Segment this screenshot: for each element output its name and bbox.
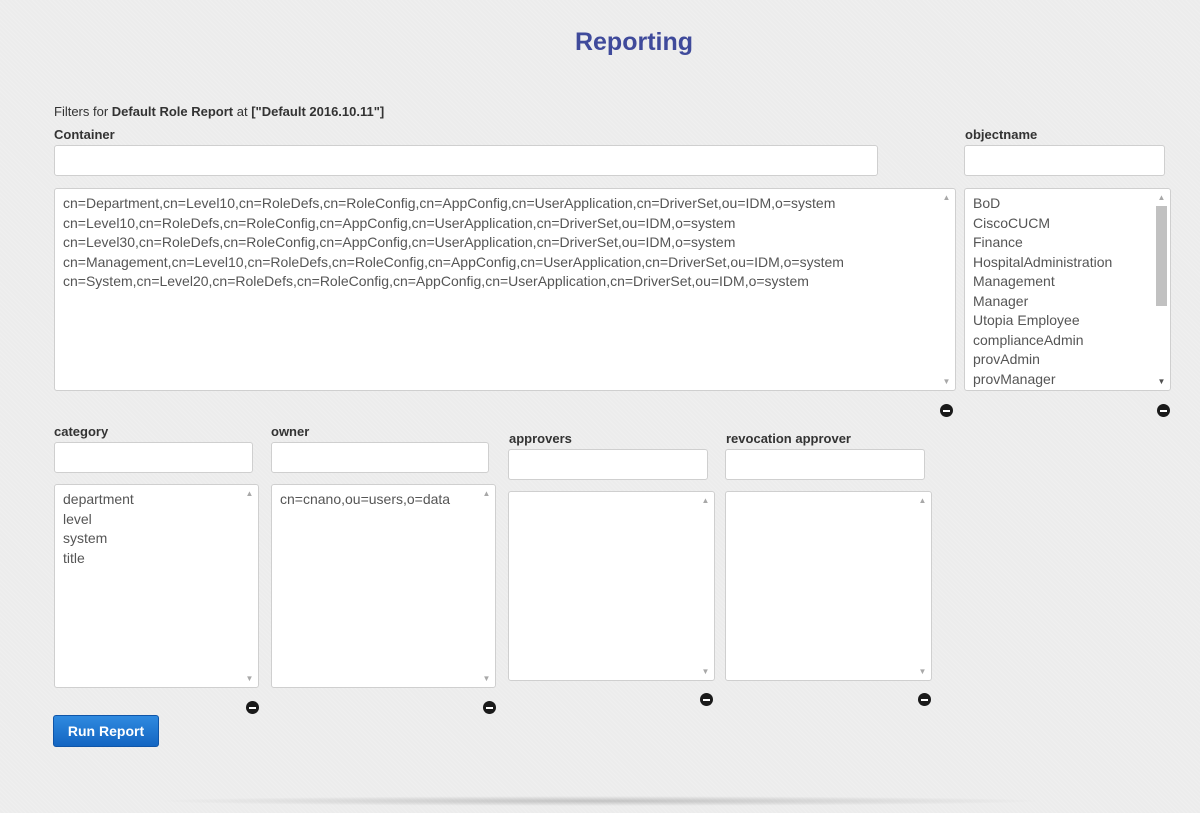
category-options: department level system title <box>63 490 240 568</box>
owner-label: owner <box>271 424 310 439</box>
list-option[interactable]: cn=Management,cn=Level10,cn=RoleDefs,cn=… <box>63 253 937 273</box>
scroll-down-arrow-icon[interactable]: ▼ <box>1154 374 1169 389</box>
category-remove-icon[interactable] <box>246 701 259 714</box>
scroll-down-arrow-icon[interactable]: ▼ <box>939 374 954 389</box>
category-filter-input[interactable] <box>54 442 253 473</box>
container-scrollbar[interactable]: ▲ ▼ <box>939 190 954 389</box>
list-option[interactable]: title <box>63 549 240 569</box>
snapshot-name: ["Default 2016.10.11"] <box>251 104 385 119</box>
category-label: category <box>54 424 109 439</box>
approvers-label: approvers <box>509 431 572 446</box>
list-option[interactable]: cn=System,cn=Level20,cn=RoleDefs,cn=Role… <box>63 272 937 292</box>
owner-scrollbar[interactable]: ▲ ▼ <box>479 486 494 686</box>
list-option[interactable]: cn=Department,cn=Level10,cn=RoleDefs,cn=… <box>63 194 937 214</box>
list-option[interactable]: cn=Level10,cn=RoleDefs,cn=RoleConfig,cn=… <box>63 214 937 234</box>
list-option[interactable]: provAdmin <box>973 350 1152 370</box>
scroll-down-arrow-icon[interactable]: ▼ <box>479 671 494 686</box>
category-scrollbar[interactable]: ▲ ▼ <box>242 486 257 686</box>
list-option[interactable]: level <box>63 510 240 530</box>
objectname-filter-input[interactable] <box>964 145 1165 176</box>
revocation-approver-label: revocation approver <box>726 431 851 446</box>
revocation-approver-scrollbar[interactable]: ▲ ▼ <box>915 493 930 679</box>
objectname-scroll-thumb[interactable] <box>1156 206 1167 306</box>
owner-remove-icon[interactable] <box>483 701 496 714</box>
objectname-remove-icon[interactable] <box>1157 404 1170 417</box>
objectname-label: objectname <box>965 127 1038 142</box>
scroll-up-arrow-icon[interactable]: ▲ <box>698 493 713 508</box>
objectname-listbox[interactable]: BoD CiscoCUCM Finance HospitalAdministratio… <box>964 188 1171 391</box>
page-title: Reporting <box>574 28 694 56</box>
report-name: Default Role Report <box>111 104 234 119</box>
list-option[interactable]: BoD <box>973 194 1152 214</box>
scroll-down-arrow-icon[interactable]: ▼ <box>915 664 930 679</box>
run-report-button[interactable]: Run Report <box>53 715 159 747</box>
approvers-remove-icon[interactable] <box>700 693 713 706</box>
list-option[interactable]: department <box>63 490 240 510</box>
list-option[interactable]: complianceAdmin <box>973 331 1152 351</box>
owner-filter-input[interactable] <box>271 442 489 473</box>
container-filter-input[interactable] <box>54 145 878 176</box>
list-option[interactable]: cn=cnano,ou=users,o=data <box>280 490 477 510</box>
scroll-up-arrow-icon[interactable]: ▲ <box>915 493 930 508</box>
list-option[interactable]: Manager <box>973 292 1152 312</box>
revocation-approver-filter-input[interactable] <box>725 449 925 480</box>
scroll-down-arrow-icon[interactable]: ▼ <box>242 671 257 686</box>
scroll-up-arrow-icon[interactable]: ▲ <box>1154 190 1169 205</box>
list-option[interactable]: Utopia Employee <box>973 311 1152 331</box>
owner-listbox[interactable]: cn=cnano,ou=users,o=data ▲ ▼ <box>271 484 496 688</box>
list-option[interactable]: provManager <box>973 370 1152 390</box>
container-label: Container <box>54 127 115 142</box>
objectname-options: BoD CiscoCUCM Finance HospitalAdministratio… <box>973 194 1152 390</box>
list-option[interactable]: Management <box>973 272 1152 292</box>
page-background <box>0 0 1200 813</box>
filters-prefix: Filters for <box>54 104 112 119</box>
approvers-scrollbar[interactable]: ▲ ▼ <box>698 493 713 679</box>
category-listbox[interactable]: department level system title ▲ ▼ <box>54 484 259 688</box>
scroll-up-arrow-icon[interactable]: ▲ <box>479 486 494 501</box>
objectname-scrollbar[interactable]: ▲ ▼ <box>1154 190 1169 389</box>
list-option[interactable]: HospitalAdministration <box>973 253 1152 273</box>
filters-middle: at <box>233 104 252 119</box>
footer-shadow <box>150 796 1050 806</box>
revocation-approver-listbox[interactable]: ▲ ▼ <box>725 491 932 681</box>
scroll-up-arrow-icon[interactable]: ▲ <box>242 486 257 501</box>
list-option[interactable]: CiscoCUCM <box>973 214 1152 234</box>
scroll-down-arrow-icon[interactable]: ▼ <box>698 664 713 679</box>
container-remove-icon[interactable] <box>940 404 953 417</box>
list-option[interactable]: cn=Level30,cn=RoleDefs,cn=RoleConfig,cn=… <box>63 233 937 253</box>
revocation-approver-remove-icon[interactable] <box>918 693 931 706</box>
container-options: cn=Department,cn=Level10,cn=RoleDefs,cn=… <box>63 194 937 292</box>
scroll-up-arrow-icon[interactable]: ▲ <box>939 190 954 205</box>
list-option[interactable]: Finance <box>973 233 1152 253</box>
owner-options: cn=cnano,ou=users,o=data <box>280 490 477 510</box>
approvers-filter-input[interactable] <box>508 449 708 480</box>
list-option[interactable]: system <box>63 529 240 549</box>
container-listbox[interactable]: cn=Department,cn=Level10,cn=RoleDefs,cn=… <box>54 188 956 391</box>
approvers-listbox[interactable]: ▲ ▼ <box>508 491 715 681</box>
filters-description: Filters for Default Role Report at ["Def… <box>54 104 384 119</box>
list-option[interactable]: securityAdmin <box>973 389 1152 390</box>
